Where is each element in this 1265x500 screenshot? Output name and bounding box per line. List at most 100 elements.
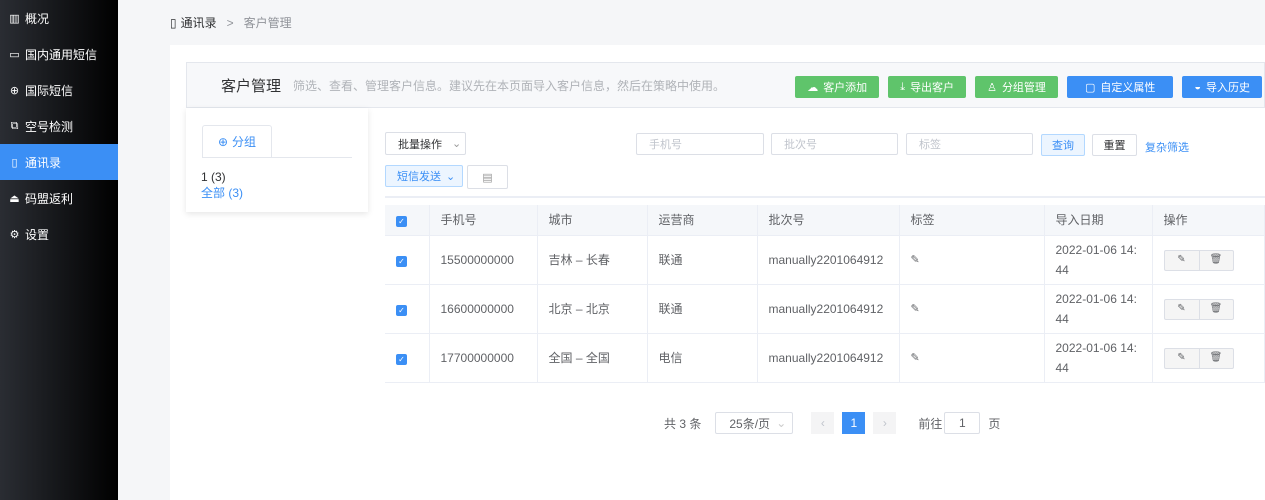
edit-tag-icon[interactable]: ✎ xyxy=(911,352,920,364)
pagination: 共 3 条 25条/页 ⌄ ‹ 1 › 前往 1 页 xyxy=(664,412,1000,434)
sidebar-item-intl-sms[interactable]: ⊕ 国际短信 xyxy=(0,72,118,108)
group-manage-button[interactable]: ♙ 分组管理 xyxy=(975,76,1058,98)
cell-batch: manually2201064912 xyxy=(757,333,900,383)
col-city: 城市 xyxy=(537,205,648,236)
cloud-upload-icon: ☁ xyxy=(807,81,819,94)
trash-icon[interactable]: 🗑 xyxy=(1198,250,1233,270)
cell-city: 北京 – 北京 xyxy=(537,284,648,334)
col-actions: 操作 xyxy=(1152,205,1265,236)
cell-carrier: 电信 xyxy=(647,333,758,383)
sidebar-item-overview[interactable]: ▥ 概况 xyxy=(0,0,118,36)
cell-date: 2022-01-06 14:44 xyxy=(1044,235,1153,285)
message-icon: ▭ xyxy=(9,48,20,61)
cell-phone: 17700000000 xyxy=(429,333,538,383)
sidebar: ▥ 概况 ▭ 国内通用短信 ⊕ 国际短信 ⧉ 空号检测 ▯ 通讯录 ⏏ 码盟返利 ⚙ 设置 xyxy=(0,0,118,500)
sidebar-item-domestic-sms[interactable]: ▭ 国内通用短信 xyxy=(0,36,118,72)
cell-carrier: 联通 xyxy=(647,235,758,285)
batch-operation-dropdown[interactable]: 批量操作 ⌄ xyxy=(385,132,466,155)
contacts-icon: ▯ xyxy=(170,15,177,30)
edit-icon[interactable]: ✎ xyxy=(1165,251,1199,270)
col-carrier: 运营商 xyxy=(647,205,758,236)
page-unit-label: 页 xyxy=(988,416,1001,431)
main-panel: 客户管理 筛选、查看、管理客户信息。建议先在本页面导入客户信息，然后在策略中使用… xyxy=(170,45,1265,500)
check-copy-icon: ⧉ xyxy=(10,119,19,132)
table-row: ✓ 16600000000 北京 – 北京 联通 manually2201064… xyxy=(385,284,1265,334)
prev-page-button[interactable]: ‹ xyxy=(811,412,835,434)
download-icon: ⤓ xyxy=(900,80,906,93)
page-title: 客户管理 xyxy=(221,77,282,95)
save-button[interactable]: ▤ xyxy=(467,165,508,189)
tag-input[interactable]: 标签 xyxy=(906,133,1033,155)
breadcrumb: ▯ 通讯录 > 客户管理 xyxy=(170,14,292,31)
select-all-checkbox[interactable]: ✓ xyxy=(396,215,407,227)
cell-city: 吉林 – 长春 xyxy=(537,235,648,285)
col-date: 导入日期 xyxy=(1044,205,1153,236)
trash-icon[interactable]: 🗑 xyxy=(1198,348,1233,368)
chevron-down-icon: ⌄ xyxy=(452,138,462,150)
next-page-button[interactable]: › xyxy=(873,412,897,434)
goto-label: 前往 xyxy=(918,416,943,431)
edit-tag-icon[interactable]: ✎ xyxy=(911,254,920,266)
chevron-right-icon: › xyxy=(882,416,887,430)
contacts-icon: ▯ xyxy=(11,156,18,169)
plus-circle-icon: ⊕ xyxy=(217,134,229,149)
reset-button[interactable]: 重置 xyxy=(1092,134,1137,156)
edit-tag-icon[interactable]: ✎ xyxy=(911,303,920,315)
breadcrumb-root[interactable]: 通讯录 xyxy=(181,14,217,31)
batch-number-input[interactable]: 批次号 xyxy=(771,133,898,155)
table-row: ✓ 15500000000 吉林 – 长春 联通 manually2201064… xyxy=(385,235,1265,285)
chevron-down-icon: ⌄ xyxy=(446,170,456,183)
group-item[interactable]: 1 (3) xyxy=(201,170,226,184)
tag-icon: ▢ xyxy=(1084,81,1096,94)
add-customer-button[interactable]: ☁ 客户添加 xyxy=(795,76,880,98)
edit-icon[interactable]: ✎ xyxy=(1165,300,1199,319)
chart-icon: ▥ xyxy=(9,12,20,25)
cell-phone: 15500000000 xyxy=(429,235,538,285)
sidebar-item-number-check[interactable]: ⧉ 空号检测 xyxy=(0,108,118,144)
row-checkbox[interactable]: ✓ xyxy=(396,353,407,365)
chevron-down-icon: ⌄ xyxy=(776,416,787,430)
globe-icon: ⊕ xyxy=(9,84,20,97)
advanced-filter-link[interactable]: 复杂筛选 xyxy=(1145,139,1189,155)
export-customer-button[interactable]: ⤓ 导出客户 xyxy=(888,76,967,98)
cell-carrier: 联通 xyxy=(647,284,758,334)
sidebar-item-settings[interactable]: ⚙ 设置 xyxy=(0,216,118,252)
cell-batch: manually2201064912 xyxy=(757,235,900,285)
save-icon: ▤ xyxy=(482,171,493,184)
goto-page-input[interactable]: 1 xyxy=(944,412,981,434)
cell-phone: 16600000000 xyxy=(429,284,538,334)
page-description: 筛选、查看、管理客户信息。建议先在本页面导入客户信息，然后在策略中使用。 xyxy=(293,78,726,93)
trash-icon[interactable]: 🗑 xyxy=(1198,299,1233,319)
row-checkbox[interactable]: ✓ xyxy=(396,255,407,267)
page-size-select[interactable]: 25条/页 ⌄ xyxy=(715,412,794,434)
cell-date: 2022-01-06 14:44 xyxy=(1044,284,1153,334)
col-batch: 批次号 xyxy=(757,205,900,236)
chevron-left-icon: ‹ xyxy=(820,416,825,430)
customer-table: ✓ 手机号 城市 运营商 批次号 标签 导入日期 操作 ✓ 1550000000… xyxy=(385,205,1265,383)
edit-icon[interactable]: ✎ xyxy=(1165,349,1199,368)
cell-city: 全国 – 全国 xyxy=(537,333,648,383)
row-checkbox[interactable]: ✓ xyxy=(396,304,407,316)
custom-attribute-button[interactable]: ▢ 自定义属性 xyxy=(1066,76,1174,98)
sidebar-item-contacts[interactable]: ▯ 通讯录 xyxy=(0,144,118,180)
page-1-button[interactable]: 1 xyxy=(842,412,866,434)
sidebar-item-rebate[interactable]: ⏏ 码盟返利 xyxy=(0,180,118,216)
bag-icon: ⏏ xyxy=(9,192,20,205)
history-icon: ◒ xyxy=(1194,81,1201,93)
col-tag: 标签 xyxy=(899,205,1045,236)
cell-batch: manually2201064912 xyxy=(757,284,900,334)
page-header: 客户管理 筛选、查看、管理客户信息。建议先在本页面导入客户信息，然后在策略中使用… xyxy=(186,62,1265,108)
total-count: 共 3 条 xyxy=(664,416,702,431)
group-item-all[interactable]: 全部 (3) xyxy=(201,184,243,201)
group-panel: ⊕ 分组 1 (3) 全部 (3) xyxy=(186,108,368,212)
cell-date: 2022-01-06 14:44 xyxy=(1044,333,1153,383)
sms-send-dropdown[interactable]: 短信发送 ⌄ xyxy=(385,165,463,187)
breadcrumb-current: 客户管理 xyxy=(243,16,292,30)
gear-icon: ⚙ xyxy=(9,228,20,241)
tab-group[interactable]: ⊕ 分组 xyxy=(202,125,272,157)
phone-input[interactable]: 手机号 xyxy=(636,133,764,155)
col-phone: 手机号 xyxy=(429,205,538,236)
user-icon: ♙ xyxy=(987,81,997,94)
query-button[interactable]: 查询 xyxy=(1041,134,1085,156)
import-history-button[interactable]: ◒ 导入历史 xyxy=(1182,76,1262,98)
